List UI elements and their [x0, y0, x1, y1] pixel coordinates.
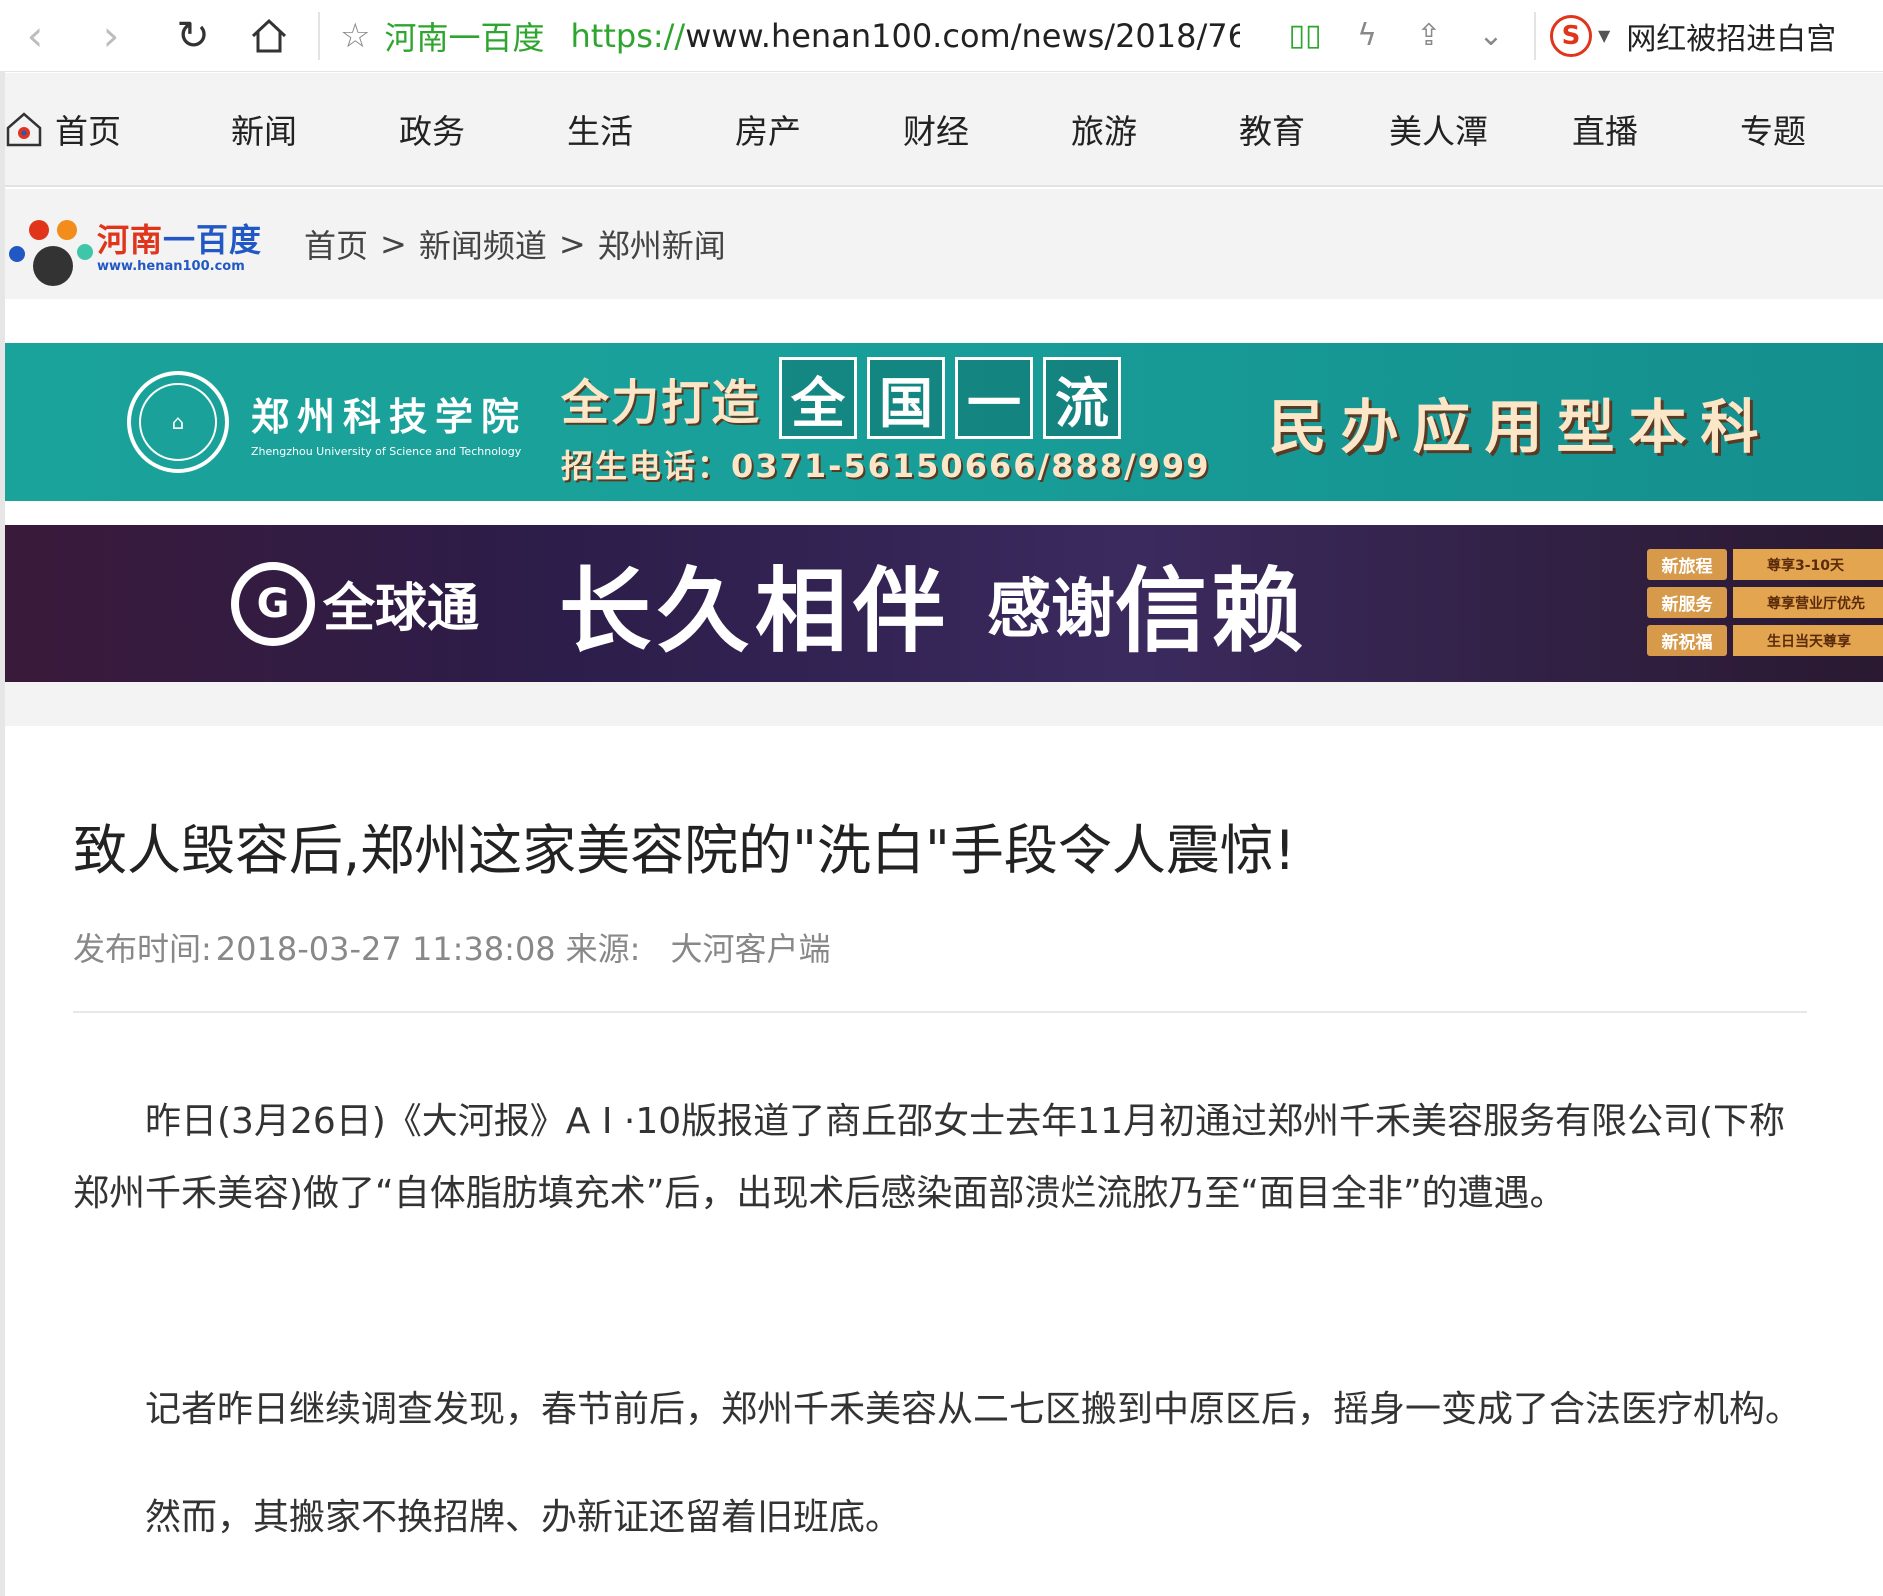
breadcrumb-home[interactable]: 首页: [304, 221, 368, 267]
banner1-right-text: 民办应用型本科: [1268, 393, 1773, 461]
banner1-box-char: 全: [779, 357, 858, 439]
breadcrumb-separator: >: [558, 225, 586, 263]
chevron-down-icon[interactable]: ⌄: [1460, 18, 1522, 53]
banner2-slogan-a: 长久相伴: [559, 557, 952, 665]
nav-item-label: 教育: [1239, 112, 1305, 151]
section-gap: [5, 682, 1883, 726]
site-nav: 首页 新闻 政务 生活 房产 财经 旅游 教育 美人潭 直播 专题: [5, 73, 1883, 187]
nav-item-label: 生活: [567, 112, 633, 151]
article: 致人毁容后,郑州这家美容院的"洗白"手段令人震惊! 发布时间: 2018-03-2…: [5, 726, 1883, 1596]
nav-item-label: 财经: [903, 112, 969, 151]
url-protocol: https://: [570, 16, 686, 55]
logo-url: www.henan100.com: [97, 258, 245, 274]
back-icon[interactable]: ‹: [0, 6, 70, 66]
logo-text: 河南一百度 www.henan100.com: [97, 215, 262, 274]
share-icon[interactable]: ⇪: [1398, 18, 1460, 53]
nav-item-property[interactable]: 房产: [735, 73, 801, 185]
banner1-middle: 全力打造 全 国 一 流 招生电话：0371-56150666/888/999: [561, 357, 1210, 487]
nav-item-life[interactable]: 生活: [567, 73, 633, 185]
banner2-desc: 尊享3-10天: [1733, 549, 1883, 580]
nav-item-politics[interactable]: 政务: [399, 73, 465, 185]
banner1-box-char: 一: [955, 357, 1034, 439]
logo-cn-part1: 河南: [97, 220, 164, 259]
toolbar-separator: [1534, 11, 1536, 60]
banner2-tag: 新祝福: [1647, 625, 1727, 656]
breadcrumb-news-channel[interactable]: 新闻频道: [419, 221, 547, 267]
list-item: 新服务 尊享营业厅优先: [1647, 587, 1883, 618]
reader-mode-icon[interactable]: ▯▯: [1274, 18, 1336, 53]
article-meta: 发布时间: 2018-03-27 11:38:08 来源: 大河客户端: [73, 924, 840, 970]
nav-item-label: 新闻: [231, 112, 297, 151]
breadcrumb-separator: >: [380, 225, 407, 263]
nav-item-label: 政务: [399, 112, 465, 151]
nav-item-label: 旅游: [1071, 112, 1137, 151]
banner2-tag: 新旅程: [1647, 549, 1727, 580]
nav-item-home[interactable]: 首页: [5, 73, 187, 185]
banner1-box-char: 国: [867, 357, 946, 439]
school-seal-icon: ⌂: [127, 371, 229, 473]
banner1-phone: 招生电话：0371-56150666/888/999: [561, 447, 1211, 485]
nav-item-beauty[interactable]: 美人潭: [1389, 73, 1488, 185]
site-logo[interactable]: 河南一百度 www.henan100.com: [7, 204, 262, 286]
lightning-icon[interactable]: ϟ: [1336, 18, 1398, 53]
article-title: 致人毁容后,郑州这家美容院的"洗白"手段令人震惊!: [73, 819, 1296, 882]
list-item: 新祝福 生日当天尊享: [1647, 625, 1883, 656]
logo-mark: [7, 204, 93, 286]
school-block: 郑州科技学院 Zhengzhou University of Science a…: [251, 386, 527, 458]
banner2-desc: 尊享营业厅优先: [1733, 587, 1883, 618]
nav-item-live[interactable]: 直播: [1572, 73, 1638, 185]
meta-source-label: 来源:: [565, 930, 641, 968]
brand-logo-icon: G: [231, 561, 315, 646]
article-divider: [73, 1011, 1807, 1013]
meta-time-label: 发布时间:: [73, 930, 212, 968]
school-name: 郑州科技学院: [251, 394, 528, 439]
page: ‹ › ↻ ☆ 河南一百度 https:// www.henan100.com/…: [0, 0, 1883, 1596]
brand-name: 全球通: [323, 579, 480, 639]
breadcrumb: 首页 > 新闻频道 > 郑州新闻: [304, 221, 726, 267]
search-engine-icon[interactable]: S: [1550, 14, 1592, 57]
logo-cn-part2: 一百度: [163, 220, 263, 259]
meta-time: 2018-03-27 11:38:08: [215, 930, 556, 968]
article-paragraph: 昨日(3月26日)《大河报》A I ·10版报道了商丘邵女士去年11月初通过郑州…: [73, 1101, 1786, 1214]
ad-banner-school[interactable]: ⌂ 郑州科技学院 Zhengzhou University of Science…: [5, 343, 1883, 501]
article-paragraph: 记者昨日继续调查发现，春节前后，郑州千禾美容从二七区搬到中原区后，摇身一变成了合…: [145, 1389, 1802, 1430]
nav-item-label: 直播: [1572, 112, 1638, 151]
nav-item-news[interactable]: 新闻: [231, 73, 297, 185]
search-engine-caret-icon[interactable]: ▼: [1598, 26, 1610, 45]
nav-item-travel[interactable]: 旅游: [1071, 73, 1137, 185]
breadcrumb-row: 河南一百度 www.henan100.com 首页 > 新闻频道 > 郑州新闻: [5, 189, 1883, 299]
bookmark-star-icon[interactable]: ☆: [340, 16, 370, 56]
breadcrumb-zhengzhou-news[interactable]: 郑州新闻: [598, 221, 726, 267]
search-input[interactable]: 网红被招进白宫: [1626, 14, 1836, 58]
nav-item-label: 房产: [735, 112, 801, 151]
banner2-desc: 生日当天尊享: [1733, 625, 1883, 656]
reload-icon[interactable]: ↻: [158, 6, 228, 66]
banner2-slogan-b: 感谢: [987, 571, 1116, 647]
address-bar[interactable]: ☆ 河南一百度 https:// www.henan100.com/news/2…: [340, 8, 1240, 64]
banner1-slogan: 全力打造: [561, 375, 762, 431]
url-site-name: 河南一百度: [384, 18, 545, 57]
banner1-box-char: 流: [1043, 357, 1122, 439]
toolbar-separator: [318, 11, 320, 60]
ad-banner-telecom[interactable]: G 全球通 长久相伴 感谢 信赖 新旅程 尊享3-10天 新服务 尊享营业厅优先…: [5, 525, 1883, 682]
nav-item-education[interactable]: 教育: [1239, 73, 1305, 185]
forward-icon[interactable]: ›: [76, 6, 146, 66]
url-path: www.henan100.com/news/2018/76: [685, 16, 1240, 55]
banner2-side-list: 新旅程 尊享3-10天 新服务 尊享营业厅优先 新祝福 生日当天尊享: [1647, 549, 1883, 663]
home-icon[interactable]: [234, 6, 304, 66]
nav-item-label: 专题: [1740, 112, 1806, 151]
home-nav-icon: [5, 110, 43, 148]
browser-toolbar: ‹ › ↻ ☆ 河南一百度 https:// www.henan100.com/…: [0, 0, 1883, 72]
article-paragraph: 然而，其搬家不换招牌、办新证还留着旧班底。: [145, 1497, 902, 1538]
meta-source: 大河客户端: [670, 930, 831, 968]
banner2-slogan-c: 信赖: [1115, 557, 1308, 665]
banner2-tag: 新服务: [1647, 587, 1727, 618]
home-icon-svg: [251, 18, 287, 52]
list-item: 新旅程 尊享3-10天: [1647, 549, 1883, 580]
school-en-name: Zhengzhou University of Science and Tech…: [251, 445, 522, 458]
nav-item-label: 首页: [55, 112, 121, 151]
nav-item-finance[interactable]: 财经: [903, 73, 969, 185]
nav-item-label: 美人潭: [1389, 112, 1488, 151]
nav-item-special[interactable]: 专题: [1740, 73, 1806, 185]
